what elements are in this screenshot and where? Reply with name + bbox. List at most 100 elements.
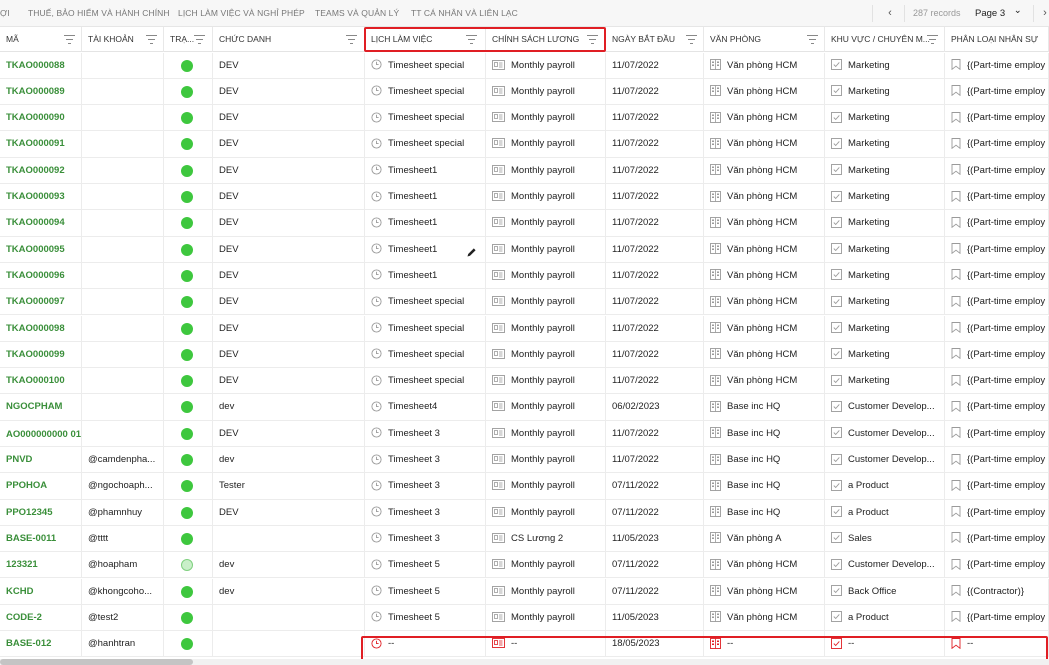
start-cell[interactable]: 11/07/2022 [606,315,704,342]
office-cell[interactable]: Văn phòng HCM [704,341,825,368]
start-cell[interactable]: 11/07/2022 [606,184,704,210]
area-cell[interactable]: a Product [825,473,945,500]
tab-schedule-leave[interactable]: LỊCH LÀM VIỆC VÀ NGHỈ PHÉP [178,0,305,27]
type-cell[interactable]: {(Part-time employ [945,420,1049,447]
area-cell[interactable]: Marketing [825,184,945,210]
schedule-cell[interactable]: Timesheet 3 [365,473,486,500]
office-cell[interactable]: Base inc HQ [704,394,825,421]
col-status-header[interactable]: TRẠ... [164,27,213,52]
account-cell[interactable]: @phamnhuy [82,499,164,526]
schedule-cell[interactable]: Timesheet 5 [365,552,486,579]
col-staff-type-header[interactable]: PHÂN LOẠI NHÂN SỰ [945,27,1049,52]
area-cell[interactable]: Customer Develop... [825,447,945,473]
code-cell[interactable]: TKAO000097 [0,289,82,316]
schedule-cell[interactable]: Timesheet 5 [365,578,486,605]
filter-icon[interactable] [146,35,157,44]
payroll-cell[interactable]: Monthly payroll [486,289,606,316]
area-cell[interactable]: Marketing [825,131,945,158]
code-cell[interactable]: 123321 [0,552,82,579]
area-cell[interactable]: Marketing [825,289,945,316]
status-cell[interactable] [164,236,213,263]
start-cell[interactable]: 11/07/2022 [606,210,704,237]
schedule-cell[interactable]: Timesheet special [365,52,486,79]
code-cell[interactable]: TKAO000098 [0,315,82,342]
office-cell[interactable]: Base inc HQ [704,420,825,447]
start-cell[interactable]: 11/07/2022 [606,52,704,79]
type-cell[interactable]: {(Part-time employ [945,52,1049,79]
title-cell[interactable] [213,604,365,631]
type-cell[interactable]: {(Part-time employ [945,105,1049,132]
tab-personal-contact[interactable]: TT CÁ NHÂN VÀ LIÊN LẠC [411,0,518,27]
status-cell[interactable] [164,184,213,210]
payroll-cell[interactable]: Monthly payroll [486,315,606,342]
type-cell[interactable]: {(Part-time employ [945,289,1049,316]
status-cell[interactable] [164,210,213,237]
type-cell[interactable]: {(Part-time employ [945,210,1049,237]
area-cell[interactable]: Marketing [825,315,945,342]
area-cell[interactable]: Marketing [825,368,945,395]
start-cell[interactable]: 11/07/2022 [606,236,704,263]
start-cell[interactable]: 11/07/2022 [606,131,704,158]
account-cell[interactable] [82,236,164,263]
code-cell[interactable]: BASE-012 [0,631,82,658]
type-cell[interactable]: {(Part-time employ [945,157,1049,184]
schedule-cell[interactable]: Timesheet 5 [365,604,486,631]
table-row[interactable]: TKAO000090 DEV Timesheet special Monthly pa… [0,105,1049,132]
table-row[interactable]: CODE-2 @test2 Timesheet 5 Monthly payroll 11… [0,604,1049,632]
title-cell[interactable]: DEV [213,262,365,289]
office-cell[interactable]: Văn phòng HCM [704,578,825,605]
account-cell[interactable] [82,289,164,316]
filter-icon[interactable] [194,35,205,44]
type-cell[interactable]: {(Part-time employ [945,473,1049,500]
start-cell[interactable]: 11/07/2022 [606,341,704,368]
account-cell[interactable]: @khongcoho... [82,578,164,605]
office-cell[interactable]: Văn phòng HCM [704,184,825,210]
title-cell[interactable]: dev [213,447,365,473]
table-row[interactable]: NGOCPHAM dev Timesheet4 Monthly payroll 06/0… [0,394,1049,421]
status-cell[interactable] [164,341,213,368]
area-cell[interactable]: Marketing [825,341,945,368]
table-row[interactable]: 123321 @hoapham dev Timesheet 5 Monthly payr… [0,552,1049,579]
payroll-cell[interactable]: Monthly payroll [486,447,606,473]
area-cell[interactable]: Marketing [825,105,945,132]
start-cell[interactable]: 07/11/2022 [606,499,704,526]
title-cell[interactable]: DEV [213,368,365,395]
area-cell[interactable]: Marketing [825,78,945,105]
table-row[interactable]: AO000000000 01 DEV Timesheet 3 Monthly payr… [0,420,1049,447]
account-cell[interactable] [82,315,164,342]
code-cell[interactable]: TKAO000092 [0,157,82,184]
schedule-cell[interactable]: Timesheet special [365,105,486,132]
office-cell[interactable]: Base inc HQ [704,447,825,473]
status-cell[interactable] [164,394,213,421]
code-cell[interactable]: TKAO000088 [0,52,82,79]
next-page-button[interactable]: › [1037,5,1049,21]
start-cell[interactable]: 11/07/2022 [606,262,704,289]
start-cell[interactable]: 06/02/2023 [606,394,704,421]
title-cell[interactable]: DEV [213,420,365,447]
table-row[interactable]: TKAO000094 DEV Timesheet1 Monthly payroll 11… [0,210,1049,237]
code-cell[interactable]: TKAO000094 [0,210,82,237]
account-cell[interactable] [82,341,164,368]
area-cell[interactable]: Marketing [825,262,945,289]
schedule-cell[interactable]: Timesheet special [365,289,486,316]
area-cell[interactable]: Marketing [825,210,945,237]
title-cell[interactable]: DEV [213,78,365,105]
type-cell[interactable]: {(Part-time employ [945,262,1049,289]
code-cell[interactable]: TKAO000099 [0,341,82,368]
filter-icon[interactable] [466,35,477,44]
code-cell[interactable]: TKAO000093 [0,184,82,210]
page-selector[interactable]: Page 3 ⌄ [975,0,1022,27]
code-cell[interactable]: TKAO000091 [0,131,82,158]
start-cell[interactable]: 11/07/2022 [606,368,704,395]
payroll-cell[interactable]: Monthly payroll [486,341,606,368]
title-cell[interactable]: DEV [213,236,365,263]
tab-partial[interactable]: ỢI [0,0,10,27]
filter-icon[interactable] [686,35,697,44]
office-cell[interactable]: Văn phòng HCM [704,52,825,79]
status-cell[interactable] [164,447,213,473]
account-cell[interactable] [82,262,164,289]
code-cell[interactable]: NGOCPHAM [0,394,82,421]
filter-icon[interactable] [346,35,357,44]
table-row[interactable]: TKAO000097 DEV Timesheet special Monthly pa… [0,289,1049,316]
title-cell[interactable]: DEV [213,341,365,368]
